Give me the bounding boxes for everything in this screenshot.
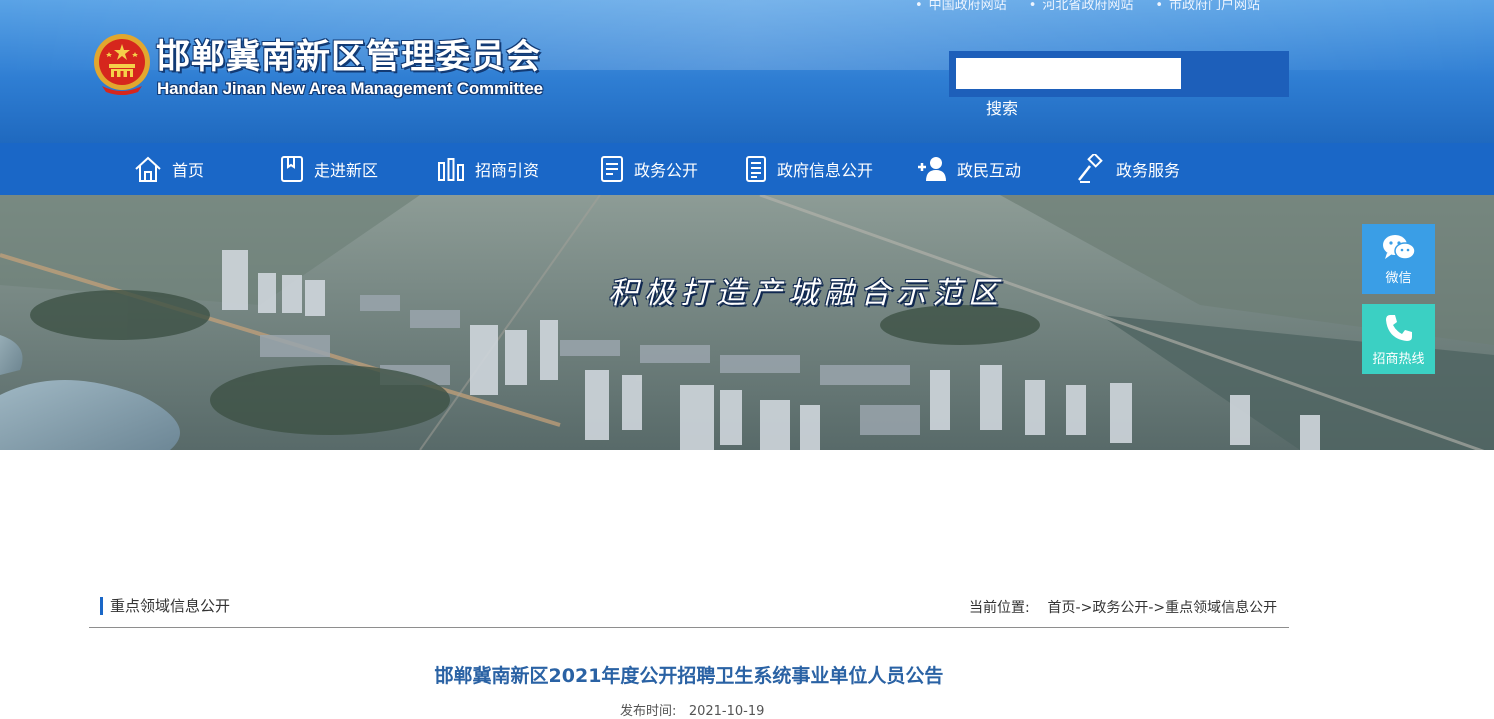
nav-item-label: 走进新区	[314, 161, 379, 180]
publish-date: 2021-10-19	[688, 704, 765, 719]
hotline-button[interactable]: 招商热线	[1362, 304, 1435, 374]
wechat-button[interactable]: 微信	[1362, 224, 1435, 294]
publish-info: 发布时间: 2021-10-19	[620, 700, 764, 719]
search-input[interactable]	[956, 58, 1181, 89]
top-link-hebei-gov[interactable]: • 河北省政府网站	[1029, 0, 1134, 13]
document-icon	[601, 156, 623, 182]
site-header: • 中国政府网站 • 河北省政府网站 • 市政府门户网站 邯郸冀南新区管理委员会 Ha…	[0, 0, 1494, 143]
national-emblem-icon	[94, 34, 150, 95]
bar-chart-icon	[438, 158, 464, 181]
nav-item-label: 政务公开	[634, 161, 699, 180]
article-title: 邯郸冀南新区2021年度公开招聘卫生系统事业单位人员公告	[434, 665, 944, 687]
hero-banner: 积极打造产城融合示范区	[0, 195, 1494, 450]
section-title: 重点领域信息公开	[100, 597, 230, 615]
home-icon	[135, 156, 161, 182]
main-nav: 首页 走进新区 招商引资 政务公开 政府信息公开 政民互动 政务服务	[0, 143, 1494, 195]
top-link-city-gov[interactable]: • 市政府门户网站	[1155, 0, 1261, 13]
gavel-icon	[1078, 154, 1103, 183]
search-button[interactable]: 搜索	[986, 95, 1018, 119]
phone-icon	[1385, 314, 1412, 341]
breadcrumb: 当前位置: 首页->政务公开->重点领域信息公开	[969, 597, 1277, 617]
site-title-english: Handan Jinan New Area Management Committ…	[157, 79, 543, 98]
top-link-label: 市政府门户网站	[1169, 0, 1261, 13]
nav-item-label: 招商引资	[475, 161, 540, 180]
top-link-central-gov[interactable]: • 中国政府网站	[915, 0, 1007, 13]
publish-label: 发布时间:	[620, 704, 677, 719]
nav-item-investment[interactable]: 招商引资	[437, 143, 539, 195]
search-box	[949, 51, 1289, 97]
banner-slogan: 积极打造产城融合示范区	[608, 276, 1004, 311]
nav-item-gov-affairs[interactable]: 政务公开	[600, 143, 698, 195]
add-user-icon	[918, 157, 946, 181]
nav-item-label: 政务服务	[1116, 161, 1181, 180]
nav-item-home[interactable]: 首页	[134, 143, 204, 195]
section-divider	[89, 627, 1289, 628]
wechat-icon	[1382, 234, 1416, 260]
breadcrumb-prefix: 当前位置:	[969, 600, 1030, 616]
top-links: • 中国政府网站 • 河北省政府网站 • 市政府门户网站	[915, 0, 1261, 13]
top-link-label: 河北省政府网站	[1042, 0, 1134, 13]
wechat-label: 微信	[1385, 270, 1412, 286]
nav-item-label: 政民互动	[957, 161, 1022, 180]
nav-item-label: 首页	[172, 161, 205, 180]
nav-item-label: 政府信息公开	[777, 161, 874, 180]
bookmark-icon	[281, 156, 303, 182]
nav-item-interaction[interactable]: 政民互动	[917, 143, 1021, 195]
nav-item-gov-info[interactable]: 政府信息公开	[745, 143, 873, 195]
site-title: 邯郸冀南新区管理委员会	[156, 37, 541, 77]
breadcrumb-current-link[interactable]: 重点领域信息公开	[1165, 600, 1277, 616]
breadcrumb-separator: ->	[1148, 600, 1166, 616]
nav-item-services[interactable]: 政务服务	[1076, 143, 1180, 195]
breadcrumb-separator: ->	[1075, 600, 1093, 616]
breadcrumb-gov-affairs-link[interactable]: 政务公开	[1092, 600, 1148, 616]
hotline-label: 招商热线	[1372, 351, 1425, 367]
top-link-label: 中国政府网站	[928, 0, 1007, 13]
nav-item-about[interactable]: 走进新区	[280, 143, 378, 195]
breadcrumb-home-link[interactable]: 首页	[1048, 600, 1076, 616]
document-list-icon	[746, 156, 766, 182]
city-aerial-image	[0, 195, 1494, 450]
